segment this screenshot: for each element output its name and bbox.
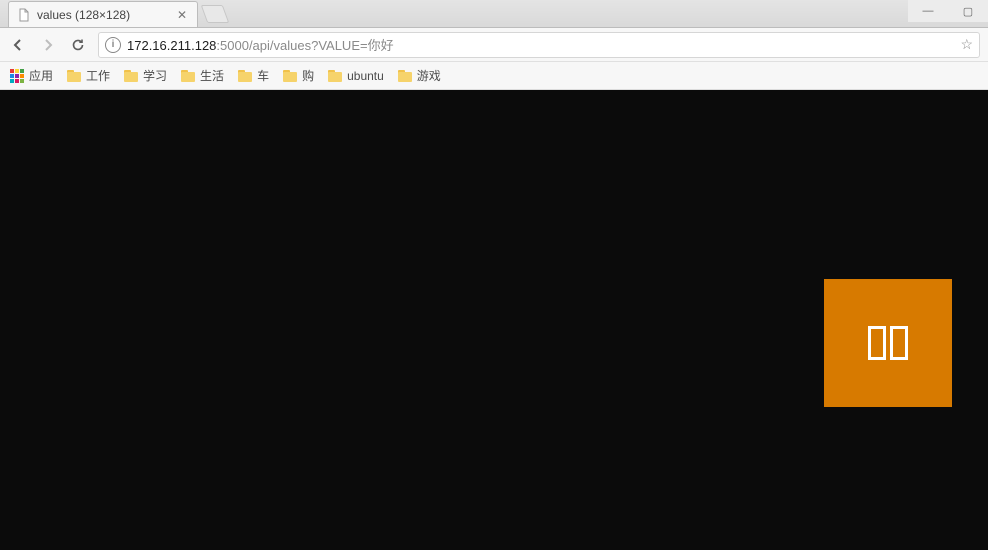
folder-icon: [67, 70, 81, 82]
folder-icon: [124, 70, 138, 82]
maximize-button[interactable]: ▢: [948, 0, 988, 22]
bookmark-label: ubuntu: [347, 69, 384, 83]
bookmark-label: 游戏: [417, 67, 441, 84]
apps-label: 应用: [29, 67, 53, 84]
url-rest: :5000/api/values?VALUE=你好: [216, 38, 393, 53]
bookmark-folder[interactable]: 车: [238, 67, 269, 84]
address-bar[interactable]: i 172.16.211.128:5000/api/values?VALUE=你…: [98, 32, 980, 58]
folder-icon: [328, 70, 342, 82]
bookmark-folder[interactable]: 游戏: [398, 67, 441, 84]
bookmark-label: 工作: [86, 67, 110, 84]
bookmark-label: 学习: [143, 67, 167, 84]
tab-strip: values (128×128) ✕ — ▢: [0, 0, 988, 28]
back-button[interactable]: [8, 35, 28, 55]
rendered-image[interactable]: [824, 279, 952, 407]
url-text: 172.16.211.128:5000/api/values?VALUE=你好: [127, 35, 394, 54]
folder-icon: [238, 70, 252, 82]
bookmark-folder[interactable]: 生活: [181, 67, 224, 84]
bookmark-star-icon[interactable]: ☆: [960, 36, 973, 53]
minimize-button[interactable]: —: [908, 0, 948, 22]
bookmark-label: 购: [302, 67, 314, 84]
page-icon: [17, 8, 31, 22]
apps-button[interactable]: 应用: [10, 67, 53, 84]
window-controls: — ▢: [908, 0, 988, 22]
folder-icon: [283, 70, 297, 82]
bookmark-bar: 应用 工作 学习 生活 车 购 ubuntu 游戏: [0, 62, 988, 90]
apps-icon: [10, 69, 24, 83]
url-host: 172.16.211.128: [127, 38, 216, 53]
folder-icon: [181, 70, 195, 82]
folder-icon: [398, 70, 412, 82]
bookmark-folder[interactable]: 购: [283, 67, 314, 84]
toolbar: i 172.16.211.128:5000/api/values?VALUE=你…: [0, 28, 988, 62]
new-tab-button[interactable]: [201, 5, 230, 23]
bookmark-folder[interactable]: ubuntu: [328, 69, 384, 83]
bookmark-folder[interactable]: 工作: [67, 67, 110, 84]
close-icon[interactable]: ✕: [175, 8, 189, 22]
tab-title: values (128×128): [37, 8, 169, 22]
browser-tab[interactable]: values (128×128) ✕: [8, 1, 198, 27]
bookmark-label: 生活: [200, 67, 224, 84]
content-viewport: [0, 90, 988, 550]
reload-button[interactable]: [68, 35, 88, 55]
bookmark-label: 车: [257, 67, 269, 84]
forward-button[interactable]: [38, 35, 58, 55]
placeholder-glyphs: [868, 326, 908, 360]
site-info-icon[interactable]: i: [105, 37, 121, 53]
bookmark-folder[interactable]: 学习: [124, 67, 167, 84]
